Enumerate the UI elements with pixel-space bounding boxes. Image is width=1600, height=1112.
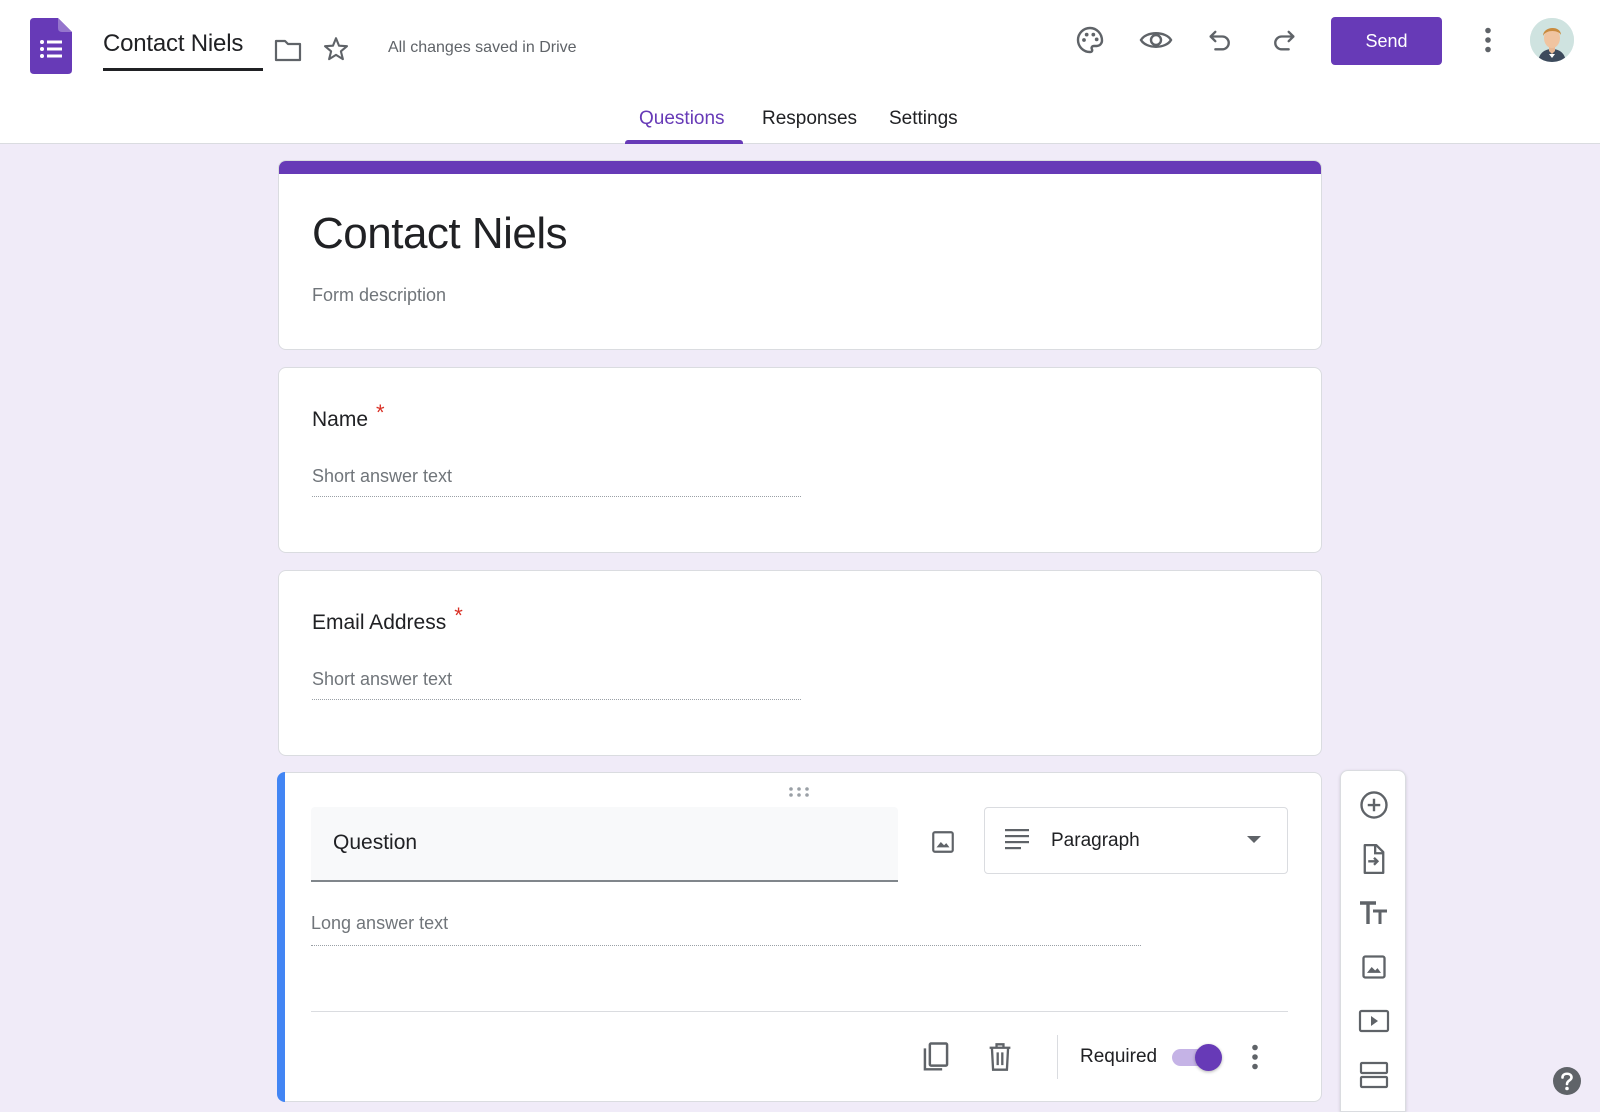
short-answer-placeholder: Short answer text — [312, 466, 453, 486]
delete-icon[interactable] — [982, 1039, 1018, 1075]
drag-handle-icon[interactable] — [788, 785, 810, 803]
active-tab-indicator — [625, 140, 743, 144]
required-label: Required — [1080, 1046, 1158, 1067]
question-title: Name * — [312, 400, 385, 432]
more-vert-icon[interactable] — [1472, 22, 1504, 58]
document-title[interactable]: Contact Niels — [103, 30, 243, 58]
question-title-text: Email Address — [312, 611, 447, 634]
form-title[interactable]: Contact Niels — [312, 209, 568, 259]
footer-divider — [311, 1011, 1288, 1012]
toggle-knob — [1195, 1044, 1222, 1071]
eye-icon[interactable] — [1136, 22, 1176, 58]
long-answer-placeholder: Long answer text — [311, 913, 449, 933]
tab-bar: Questions Responses Settings — [0, 100, 1600, 144]
add-section-icon[interactable] — [1354, 1055, 1394, 1095]
add-title-icon[interactable] — [1354, 893, 1394, 933]
folder-icon[interactable] — [272, 34, 304, 66]
question-title-text: Name — [312, 408, 369, 431]
forms-logo-icon[interactable] — [30, 18, 72, 74]
save-status: All changes saved in Drive — [388, 39, 577, 56]
footer-vertical-divider — [1057, 1035, 1058, 1079]
add-question-icon[interactable] — [1354, 785, 1394, 825]
form-description-input[interactable]: Form description — [312, 285, 446, 306]
import-questions-icon[interactable] — [1354, 839, 1394, 879]
question-title-field[interactable]: Question — [311, 807, 898, 882]
send-button[interactable]: Send — [1331, 17, 1442, 65]
required-toggle[interactable] — [1172, 1044, 1222, 1071]
active-indicator-bar — [277, 772, 285, 1102]
active-question-card[interactable]: Question Paragraph Long answer text Requ… — [277, 772, 1322, 1102]
question-card-email[interactable]: Email Address * Short answer text — [278, 570, 1322, 756]
short-answer-placeholder: Short answer text — [312, 669, 453, 689]
duplicate-icon[interactable] — [918, 1039, 954, 1075]
avatar[interactable] — [1530, 18, 1574, 62]
tab-responses[interactable]: Responses — [762, 108, 857, 130]
answer-underline — [311, 945, 1141, 946]
title-card-accent — [279, 161, 1321, 174]
question-card-name[interactable]: Name * Short answer text — [278, 367, 1322, 553]
answer-underline — [312, 496, 801, 497]
more-vert-icon[interactable] — [1238, 1039, 1272, 1075]
undo-icon[interactable] — [1202, 22, 1238, 58]
question-type-label: Paragraph — [1051, 830, 1140, 851]
dropdown-caret-icon — [1247, 836, 1261, 843]
required-star: * — [376, 400, 385, 425]
form-title-card[interactable]: Contact Niels Form description — [278, 160, 1322, 350]
question-title: Email Address * — [312, 603, 463, 635]
tab-questions[interactable]: Questions — [639, 108, 725, 130]
floating-toolbar — [1340, 770, 1406, 1112]
paragraph-lines-icon — [1005, 828, 1029, 855]
palette-icon[interactable] — [1072, 22, 1108, 58]
redo-icon[interactable] — [1266, 22, 1302, 58]
question-type-select[interactable]: Paragraph — [984, 807, 1288, 874]
star-icon[interactable] — [320, 33, 352, 65]
add-image-icon[interactable] — [926, 825, 960, 859]
app-header: Contact Niels All changes saved in Drive… — [0, 0, 1600, 144]
add-video-icon[interactable] — [1354, 1001, 1394, 1041]
required-star: * — [454, 603, 463, 628]
question-title-input[interactable]: Question — [333, 831, 417, 855]
answer-underline — [312, 699, 801, 700]
document-title-underline — [103, 68, 263, 71]
tab-settings[interactable]: Settings — [889, 108, 958, 130]
help-icon[interactable] — [1552, 1066, 1582, 1096]
add-image-icon[interactable] — [1354, 947, 1394, 987]
